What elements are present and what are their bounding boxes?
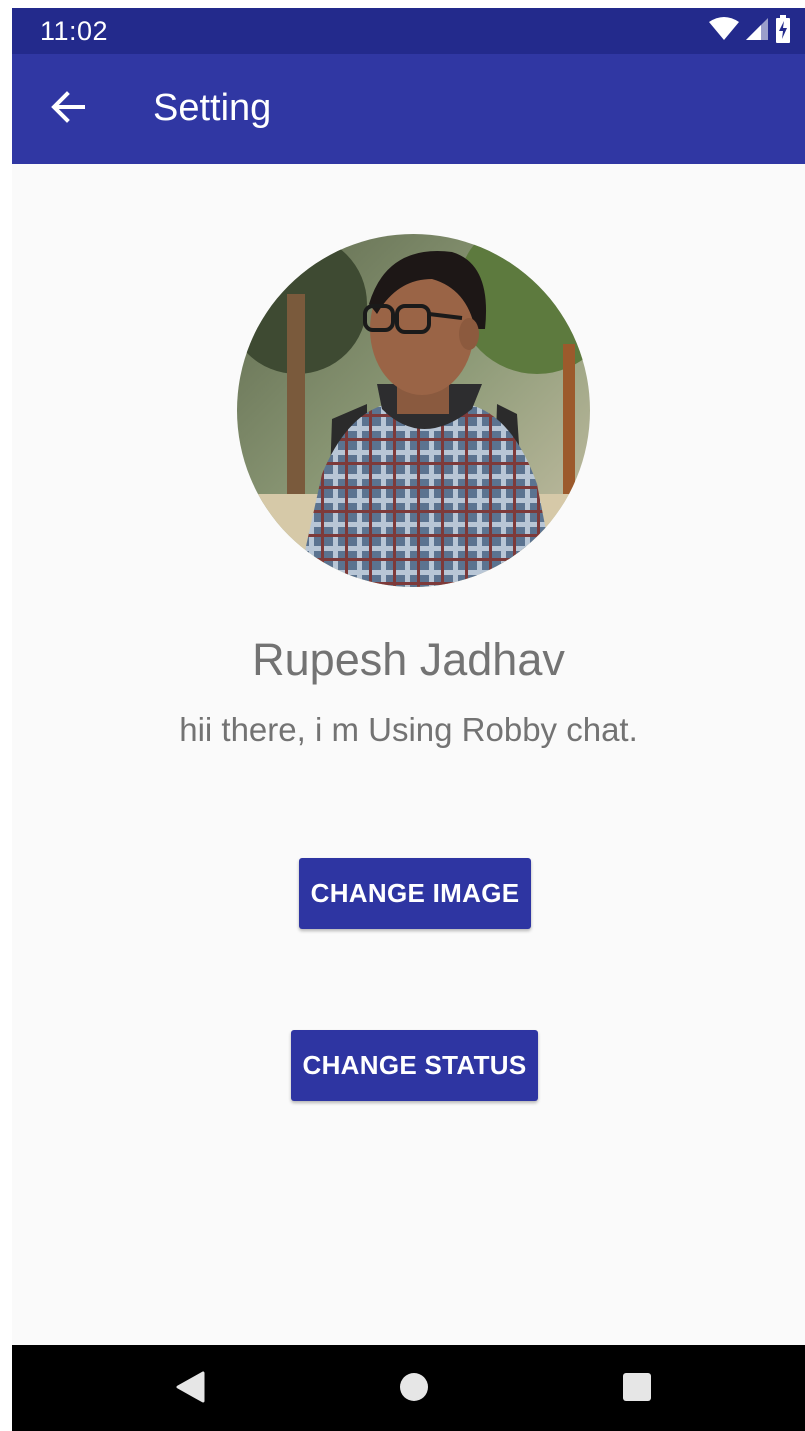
back-triangle-icon bbox=[175, 1371, 205, 1408]
avatar[interactable] bbox=[237, 234, 590, 587]
nav-recents-button[interactable] bbox=[611, 1363, 663, 1415]
nav-back-button[interactable] bbox=[164, 1363, 216, 1415]
recents-square-icon bbox=[622, 1372, 652, 1407]
change-image-button[interactable]: CHANGE IMAGE bbox=[299, 858, 531, 929]
back-button[interactable] bbox=[38, 79, 98, 139]
status-icons bbox=[709, 14, 791, 48]
battery-charging-icon bbox=[775, 14, 791, 48]
arrow-back-icon bbox=[51, 90, 85, 129]
app-bar: Setting bbox=[12, 54, 805, 164]
settings-screen: 11:02 Setting Rupesh Jadhav hii there, i… bbox=[12, 8, 805, 1431]
status-time: 11:02 bbox=[40, 16, 109, 46]
wifi-icon bbox=[709, 16, 739, 46]
change-status-button[interactable]: CHANGE STATUS bbox=[291, 1030, 538, 1101]
status-bar: 11:02 bbox=[12, 8, 805, 54]
nav-home-button[interactable] bbox=[388, 1363, 440, 1415]
profile-name: Rupesh Jadhav bbox=[252, 634, 565, 685]
cell-signal-icon bbox=[745, 17, 769, 46]
profile-status: hii there, i m Using Robby chat. bbox=[179, 711, 638, 748]
page-title: Setting bbox=[153, 87, 272, 129]
profile-photo bbox=[237, 234, 590, 587]
home-circle-icon bbox=[399, 1372, 429, 1407]
system-nav-bar bbox=[12, 1345, 805, 1431]
